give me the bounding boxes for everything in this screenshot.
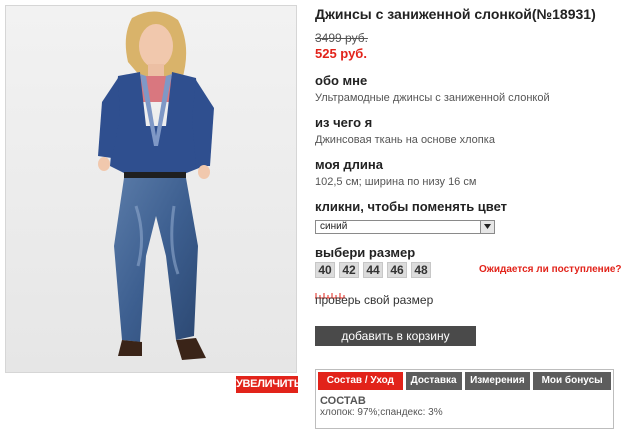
waiting-link[interactable]: Ожидается ли поступление? <box>479 264 622 275</box>
product-photo[interactable] <box>5 5 297 373</box>
size-option-44[interactable]: 44 <box>363 262 383 278</box>
tab-composition[interactable]: Состав / Уход <box>318 372 403 390</box>
product-title: Джинсы с заниженной слонкой(№18931) <box>315 6 596 22</box>
chevron-down-icon[interactable] <box>480 221 494 233</box>
tab-bonuses[interactable]: Мои бонусы <box>533 372 611 390</box>
model-illustration <box>6 6 296 372</box>
info-tabs-panel: Состав / Уход Доставка Измерения Мои бон… <box>315 369 614 429</box>
composition-text: хлопок: 97%;спандекс: 3% <box>320 407 443 418</box>
new-price: 525 руб. <box>315 46 367 61</box>
composition-title: СОСТАВ <box>320 395 366 407</box>
old-price: 3499 руб. <box>315 31 368 45</box>
tab-measurements[interactable]: Измерения <box>464 372 531 390</box>
color-heading: кликни, чтобы поменять цвет <box>315 199 508 214</box>
size-option-46[interactable]: 46 <box>387 262 407 278</box>
material-text: Джинсовая ткань на основе хлопка <box>315 134 495 146</box>
color-select-value: синий <box>320 221 348 232</box>
length-text: 102,5 см; ширина по низу 16 см <box>315 176 477 188</box>
color-select[interactable]: синий <box>315 220 495 234</box>
length-heading: моя длина <box>315 157 383 172</box>
zoom-button[interactable]: УВЕЛИЧИТЬ <box>236 376 302 393</box>
about-text: Ультрамодные джинсы с заниженной слонкой <box>315 92 550 104</box>
check-size-link[interactable]: проверь свой размер <box>315 293 433 307</box>
tab-bar: Состав / Уход Доставка Измерения Мои бон… <box>316 370 613 390</box>
size-heading: выбери размер <box>315 245 416 260</box>
size-options: 40 42 44 46 48 <box>315 262 431 278</box>
size-option-42[interactable]: 42 <box>339 262 359 278</box>
size-option-48[interactable]: 48 <box>411 262 431 278</box>
material-heading: из чего я <box>315 115 373 130</box>
add-to-cart-button[interactable]: добавить в корзину <box>315 326 476 346</box>
about-heading: обо мне <box>315 73 368 88</box>
tab-delivery[interactable]: Доставка <box>405 372 462 390</box>
size-option-40[interactable]: 40 <box>315 262 335 278</box>
